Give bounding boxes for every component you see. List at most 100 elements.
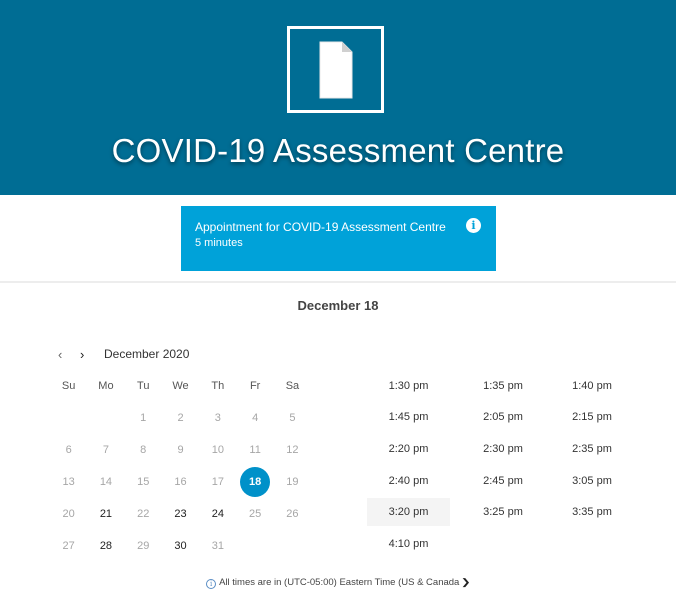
time-slot-button[interactable]: 1:35 pm — [450, 372, 556, 400]
calendar-day-number: 1 — [140, 412, 147, 424]
time-slot-button[interactable]: 3:35 pm — [556, 498, 628, 526]
calendar-day[interactable]: 5 — [274, 412, 311, 424]
timezone-selector[interactable]: i All times are in (UTC-05:00) Eastern Ti… — [0, 577, 676, 589]
time-slot-button[interactable]: 2:30 pm — [450, 435, 556, 463]
calendar-day-number: 16 — [174, 476, 187, 488]
calendar-day[interactable]: 12 — [274, 444, 311, 456]
calendar-day[interactable]: 7 — [87, 444, 124, 456]
calendar-day-number: 8 — [140, 444, 147, 456]
calendar-day-number: 4 — [252, 412, 259, 424]
calendar-day[interactable]: 1 — [125, 412, 162, 424]
calendar-day-number: 24 — [211, 508, 224, 520]
service-name: Appointment for COVID-19 Assessment Cent… — [195, 220, 446, 234]
logo-frame — [287, 26, 384, 113]
calendar-day[interactable]: 31 — [199, 540, 236, 552]
calendar-day[interactable]: 20 — [50, 508, 87, 520]
chevron-down-icon[interactable]: ❯ — [461, 577, 471, 588]
time-slot-button — [450, 530, 556, 558]
calendar-day-selected[interactable]: 18 — [236, 467, 273, 497]
time-slot-button[interactable]: 3:20 pm — [367, 498, 450, 527]
calendar-day-number: 14 — [99, 476, 113, 488]
calendar-week-row: 6 7 8 9 10 11 12 — [50, 434, 311, 466]
calendar-day-number: 20 — [62, 508, 75, 520]
calendar-day-number: 26 — [286, 508, 299, 520]
info-icon[interactable]: i — [466, 218, 481, 233]
time-slot-button[interactable]: 2:05 pm — [450, 403, 556, 431]
time-slot-button[interactable]: 2:35 pm — [556, 435, 628, 463]
calendar-day[interactable]: 24 — [199, 508, 236, 520]
calendar-day[interactable]: 19 — [274, 476, 311, 488]
calendar-grid: Su Mo Tu We Th Fr Sa 1 2 3 4 5 6 7 8 9 10 11 12 13 14 15 16 17 1… — [50, 370, 311, 562]
calendar-day[interactable]: 22 — [125, 508, 162, 520]
calendar-day-number: 25 — [249, 508, 262, 520]
calendar-day-number: 15 — [137, 476, 150, 488]
calendar-day-number: 10 — [211, 444, 224, 456]
time-slot-row: 1:30 pm 1:35 pm 1:40 pm — [367, 370, 628, 402]
calendar-day[interactable]: 6 — [50, 444, 87, 456]
calendar-day-number: 29 — [137, 540, 150, 552]
service-duration: 5 minutes — [195, 237, 243, 249]
calendar-day[interactable]: 25 — [236, 508, 273, 520]
calendar-day[interactable]: 17 — [199, 476, 236, 488]
time-slot-button[interactable]: 1:30 pm — [367, 372, 450, 400]
time-slot-button[interactable]: 4:10 pm — [367, 530, 450, 558]
calendar-week-row: 27 28 29 30 31 — [50, 530, 311, 562]
calendar-day-number: 31 — [211, 540, 224, 552]
calendar-day[interactable]: 30 — [162, 540, 199, 552]
calendar-day[interactable]: 15 — [125, 476, 162, 488]
calendar-day-number: 12 — [286, 444, 299, 456]
calendar-week-row: 20 21 22 23 24 25 26 — [50, 498, 311, 530]
calendar-day[interactable]: 2 — [162, 412, 199, 424]
calendar-day[interactable]: 29 — [125, 540, 162, 552]
calendar-day[interactable]: 26 — [274, 508, 311, 520]
time-slot-row: 4:10 pm — [367, 528, 628, 560]
calendar-day[interactable]: 4 — [236, 412, 273, 424]
calendar-day-number: 7 — [102, 444, 109, 456]
calendar-day[interactable]: 16 — [162, 476, 199, 488]
calendar-day[interactable]: 21 — [87, 508, 124, 520]
time-slot-button[interactable]: 1:45 pm — [367, 403, 450, 431]
time-slot-button[interactable]: 2:15 pm — [556, 403, 628, 431]
calendar-day[interactable]: 27 — [50, 540, 87, 552]
time-slot-button[interactable]: 2:20 pm — [367, 435, 450, 463]
site-title: COVID-19 Assessment Centre — [111, 132, 565, 169]
service-card[interactable]: Appointment for COVID-19 Assessment Cent… — [181, 206, 496, 271]
weekday-label: Fr — [249, 380, 261, 392]
weekday-label: Tu — [137, 380, 150, 392]
calendar-day[interactable]: 28 — [87, 540, 124, 552]
calendar-day[interactable]: 10 — [199, 444, 236, 456]
calendar-day[interactable]: 14 — [87, 476, 124, 488]
time-slot-button[interactable]: 3:25 pm — [450, 498, 556, 526]
calendar-day-number: 28 — [99, 540, 113, 552]
calendar-week-row: 1 2 3 4 5 — [50, 402, 311, 434]
time-slot-button[interactable]: 3:05 pm — [556, 467, 628, 495]
calendar-day-number: 22 — [137, 508, 150, 520]
time-slot-button — [556, 530, 628, 558]
calendar-day-number: 21 — [99, 508, 113, 520]
chevron-right-icon[interactable]: › — [80, 347, 96, 362]
time-slot-button[interactable]: 2:40 pm — [367, 467, 450, 495]
calendar-day-number: 11 — [249, 444, 261, 456]
document-icon — [318, 40, 354, 100]
calendar-day-number: 18 — [240, 467, 271, 497]
calendar-day-number: 9 — [177, 444, 184, 456]
calendar-day[interactable]: 11 — [236, 444, 273, 456]
calendar-day[interactable]: 23 — [162, 508, 199, 520]
calendar-day[interactable]: 3 — [199, 412, 236, 424]
calendar-day[interactable]: 8 — [125, 444, 162, 456]
weekday-label: Sa — [285, 380, 300, 392]
time-slot-row: 3:20 pm 3:25 pm 3:35 pm — [367, 496, 628, 528]
calendar-day-number: 6 — [65, 444, 72, 456]
time-slot-button[interactable]: 1:40 pm — [556, 372, 628, 400]
calendar-day[interactable]: 13 — [50, 476, 87, 488]
time-slot-button[interactable]: 2:45 pm — [450, 467, 556, 495]
calendar-day-number: 3 — [214, 412, 221, 424]
weekday-label: Th — [211, 380, 225, 392]
calendar-day[interactable]: 9 — [162, 444, 199, 456]
weekday-header-row: Su Mo Tu We Th Fr Sa — [50, 370, 311, 402]
weekday-label: We — [172, 380, 189, 392]
chevron-left-icon[interactable]: ‹ — [58, 347, 74, 362]
calendar-day-number: 13 — [62, 476, 75, 488]
calendar-day-number: 19 — [286, 476, 299, 488]
timezone-value: (UTC-05:00) Eastern Time (US & Canada — [284, 577, 460, 588]
